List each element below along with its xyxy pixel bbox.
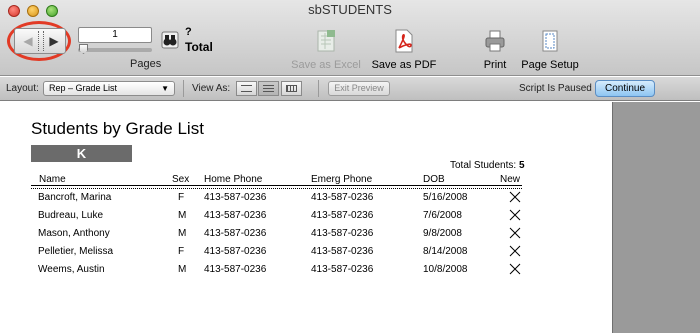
view-as-list-button[interactable] bbox=[258, 81, 279, 96]
student-name: Budreau, Luke bbox=[38, 210, 104, 221]
home-phone: 413-587-0236 bbox=[204, 246, 267, 257]
script-status: Script Is Paused bbox=[519, 83, 592, 94]
printer-icon bbox=[485, 30, 505, 52]
pages-label: Pages bbox=[130, 58, 162, 70]
total-count: ? bbox=[185, 26, 192, 38]
pdf-icon bbox=[395, 29, 413, 53]
layout-dropdown[interactable]: Rep – Grade List ▼ bbox=[43, 81, 175, 96]
table-row: Pelletier, Melissa F 413-587-0236 413-58… bbox=[0, 245, 612, 264]
print-label: Print bbox=[483, 59, 507, 71]
new-checkbox-icon[interactable] bbox=[509, 191, 521, 203]
home-phone: 413-587-0236 bbox=[204, 192, 267, 203]
student-sex: F bbox=[178, 192, 185, 203]
student-name: Mason, Anthony bbox=[38, 228, 110, 239]
home-phone: 413-587-0236 bbox=[204, 210, 267, 221]
layout-dropdown-value: Rep – Grade List bbox=[49, 83, 118, 93]
student-sex: M bbox=[178, 264, 187, 275]
total-students-label: Total Students: bbox=[450, 160, 517, 171]
table-row: Budreau, Luke M 413-587-0236 413-587-023… bbox=[0, 209, 612, 228]
dob: 8/14/2008 bbox=[423, 246, 468, 257]
save-as-pdf-button[interactable]: Save as PDF bbox=[368, 29, 440, 71]
next-page-button[interactable]: ▶ bbox=[45, 33, 63, 49]
student-sex: M bbox=[178, 228, 187, 239]
emerg-phone: 413-587-0236 bbox=[311, 264, 374, 275]
emerg-phone: 413-587-0236 bbox=[311, 246, 374, 257]
excel-icon bbox=[317, 30, 335, 52]
column-header-home-phone: Home Phone bbox=[204, 174, 263, 185]
report-page: Students by Grade List K Total Students:… bbox=[0, 102, 612, 333]
page-navigator: ◀ ▶ bbox=[14, 28, 66, 54]
form-view-icon bbox=[241, 85, 252, 92]
previous-page-button[interactable]: ◀ bbox=[19, 33, 37, 49]
report-title: Students by Grade List bbox=[31, 119, 204, 138]
student-name: Weems, Austin bbox=[38, 264, 105, 275]
book-icon bbox=[38, 31, 44, 51]
total-students: Total Students: 5 bbox=[450, 160, 525, 171]
view-as-table-button[interactable] bbox=[281, 81, 302, 96]
separator bbox=[318, 80, 319, 97]
print-button[interactable]: Print bbox=[478, 29, 512, 71]
new-checkbox-icon[interactable] bbox=[509, 245, 521, 257]
continue-button[interactable]: Continue bbox=[595, 80, 655, 97]
page-slider-track[interactable] bbox=[78, 48, 152, 52]
column-header-name: Name bbox=[39, 174, 66, 185]
layout-label: Layout: bbox=[6, 83, 39, 94]
emerg-phone: 413-587-0236 bbox=[311, 210, 374, 221]
student-sex: M bbox=[178, 210, 187, 221]
new-checkbox-icon[interactable] bbox=[509, 263, 521, 275]
preview-gutter bbox=[612, 102, 700, 333]
window-toolbar: sbSTUDENTS ◀ ▶ 1 Pages ? Total Save as E… bbox=[0, 0, 700, 76]
student-name: Pelletier, Melissa bbox=[38, 246, 114, 257]
table-row: Bancroft, Marina F 413-587-0236 413-587-… bbox=[0, 191, 612, 210]
separator bbox=[183, 80, 184, 97]
binoculars-icon bbox=[161, 31, 179, 49]
table-view-icon bbox=[286, 85, 297, 92]
window-title: sbSTUDENTS bbox=[308, 2, 392, 17]
new-checkbox-icon[interactable] bbox=[509, 227, 521, 239]
dob: 10/8/2008 bbox=[423, 264, 468, 275]
dob: 5/16/2008 bbox=[423, 192, 468, 203]
student-name: Bancroft, Marina bbox=[38, 192, 112, 203]
save-as-excel-label: Save as Excel bbox=[291, 59, 361, 71]
emerg-phone: 413-587-0236 bbox=[311, 192, 374, 203]
column-header-dob: DOB bbox=[423, 174, 445, 185]
home-phone: 413-587-0236 bbox=[204, 228, 267, 239]
view-as-label: View As: bbox=[192, 83, 231, 94]
dob: 9/8/2008 bbox=[423, 228, 462, 239]
student-sex: F bbox=[178, 246, 185, 257]
layout-bar: Layout: Rep – Grade List ▼ View As: Exit… bbox=[0, 77, 700, 101]
new-checkbox-icon[interactable] bbox=[509, 209, 521, 221]
table-row: Mason, Anthony M 413-587-0236 413-587-02… bbox=[0, 227, 612, 246]
save-as-pdf-label: Save as PDF bbox=[371, 59, 437, 71]
page-setup-label: Page Setup bbox=[521, 59, 579, 71]
column-header-sex: Sex bbox=[172, 174, 190, 185]
column-header-emerg-phone: Emerg Phone bbox=[311, 174, 373, 185]
page-setup-button[interactable]: Page Setup bbox=[518, 29, 582, 71]
exit-preview-button[interactable]: Exit Preview bbox=[328, 81, 390, 96]
emerg-phone: 413-587-0236 bbox=[311, 228, 374, 239]
header-rule bbox=[31, 185, 522, 189]
page-number-input[interactable]: 1 bbox=[78, 27, 152, 43]
list-view-icon bbox=[263, 85, 274, 92]
home-phone: 413-587-0236 bbox=[204, 264, 267, 275]
page-setup-icon bbox=[542, 30, 558, 52]
view-as-form-button[interactable] bbox=[236, 81, 257, 96]
dob: 7/6/2008 bbox=[423, 210, 462, 221]
page-slider-thumb[interactable] bbox=[79, 44, 88, 54]
total-students-value: 5 bbox=[518, 160, 525, 171]
total-label: Total bbox=[185, 40, 213, 54]
save-as-excel-button[interactable]: Save as Excel bbox=[286, 29, 366, 71]
table-row: Weems, Austin M 413-587-0236 413-587-023… bbox=[0, 263, 612, 282]
chevron-down-icon: ▼ bbox=[161, 84, 169, 93]
column-header-new: New bbox=[500, 174, 521, 185]
grade-header: K bbox=[31, 145, 132, 162]
